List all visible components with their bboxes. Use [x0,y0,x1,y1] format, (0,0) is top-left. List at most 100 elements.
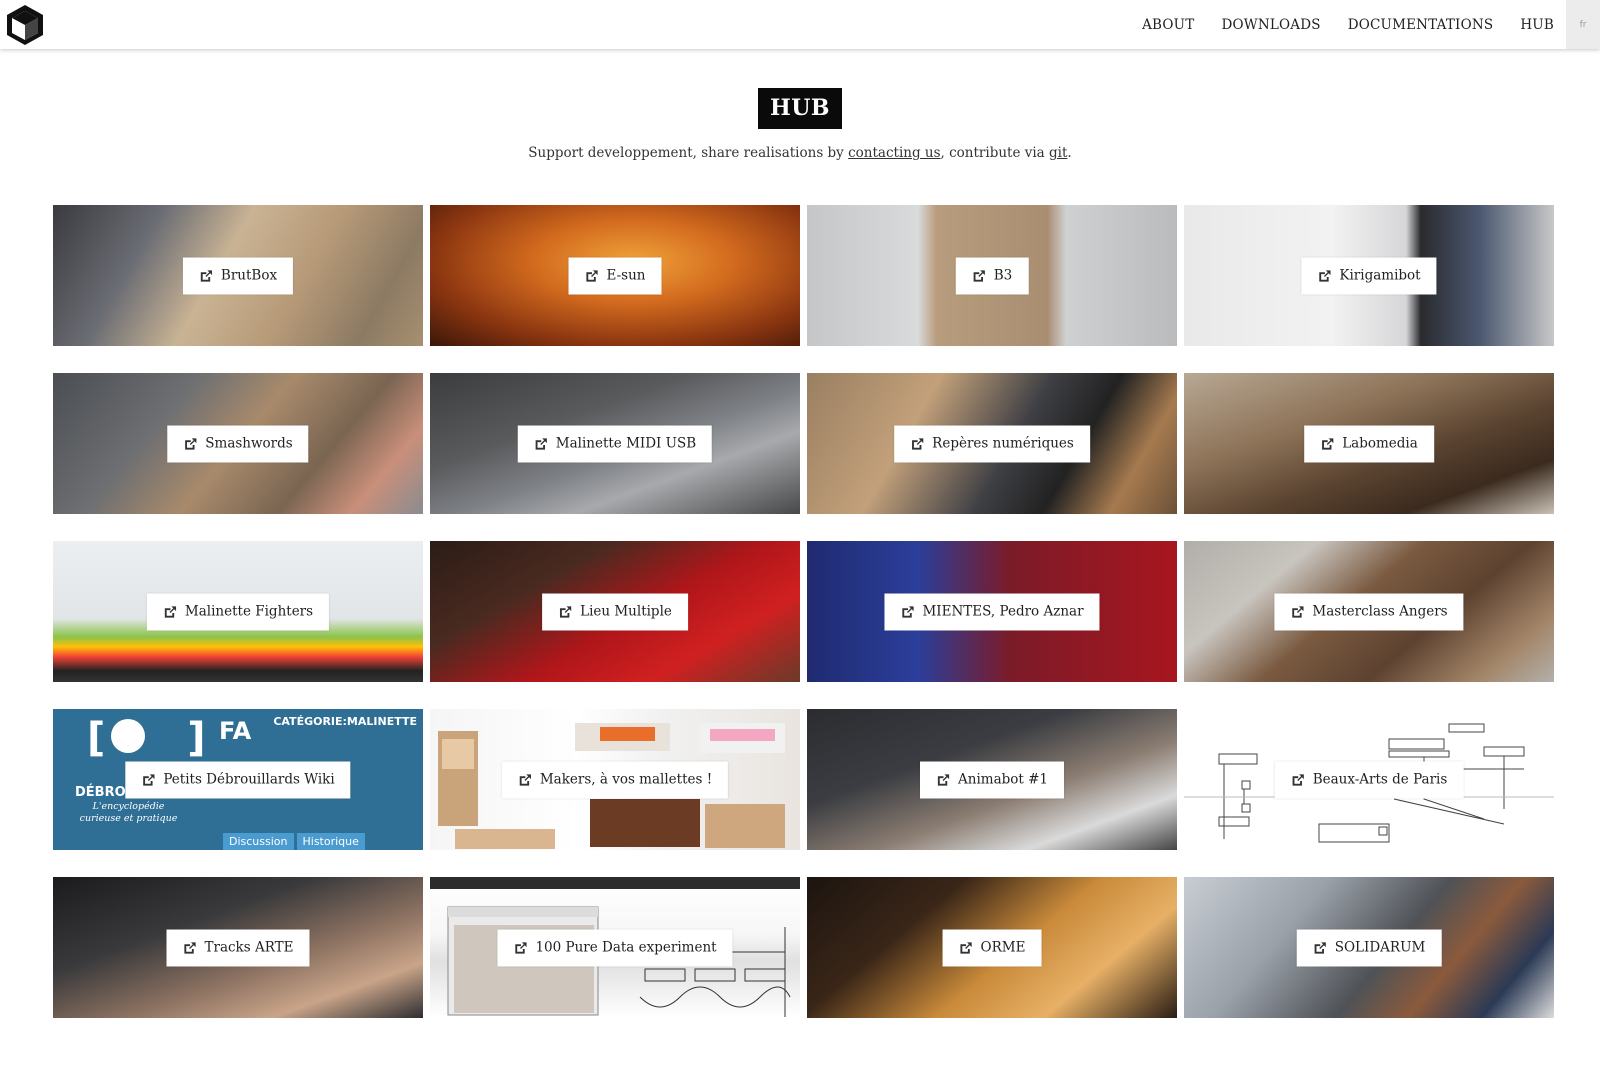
project-title: E-sun [606,267,646,283]
subtitle-text-middle: , contribute via [940,145,1050,161]
wiki-logo-brackets: [ ] [87,715,240,761]
project-label[interactable]: Kirigamibot [1301,257,1437,294]
project-label[interactable]: Tracks ARTE [166,929,310,966]
project-grid: BrutBox E-sun B3 Kirigamibot Smashwords … [53,205,1554,1018]
project-label[interactable]: Lieu Multiple [542,593,688,630]
external-link-icon [1322,437,1334,450]
project-title: MIENTES, Pedro Aznar [922,603,1084,619]
project-title: Kirigamibot [1339,267,1421,283]
external-link-icon [200,269,213,282]
external-link-icon [164,605,177,618]
project-title: ORME [980,939,1026,955]
external-link-icon [1319,269,1331,282]
project-label[interactable]: Smashwords [167,425,309,462]
project-title: Smashwords [205,435,293,451]
external-link-icon [519,773,531,786]
project-title: Labomedia [1342,435,1418,451]
project-label[interactable]: Masterclass Angers [1274,593,1464,630]
external-link-icon [185,437,197,450]
project-label[interactable]: MIENTES, Pedro Aznar [884,593,1100,630]
project-title: Animabot #1 [958,771,1048,787]
project-title: SOLIDARUM [1334,939,1426,955]
project-title: BrutBox [220,267,278,283]
external-link-icon [912,437,924,450]
project-tile-brutbox[interactable]: BrutBox [53,205,423,346]
project-label[interactable]: Malinette Fighters [146,593,330,630]
nav-downloads[interactable]: DOWNLOADS [1221,17,1320,33]
project-title: Makers, à vos mallettes ! [539,771,713,787]
project-tile-orme[interactable]: ORME [807,877,1177,1018]
project-label[interactable]: BrutBox [182,257,294,294]
project-title: 100 Pure Data experiment [535,939,717,955]
external-link-icon [535,437,547,450]
project-label[interactable]: Labomedia [1304,425,1434,462]
page-subtitle: Support developpement, share realisation… [0,145,1600,161]
project-tile-animabot[interactable]: Animabot #1 [807,709,1177,850]
external-link-icon [1314,941,1326,954]
project-label[interactable]: Malinette MIDI USB [517,425,713,462]
project-label[interactable]: Animabot #1 [920,761,1064,798]
nav-hub[interactable]: HUB [1520,17,1554,33]
external-link-icon [559,605,572,618]
external-link-icon [184,941,196,954]
project-tile-labomedia[interactable]: Labomedia [1184,373,1554,514]
external-link-icon [515,941,527,954]
project-label[interactable]: Beaux-Arts de Paris [1274,761,1464,798]
project-tile-tracks-arte[interactable]: Tracks ARTE [53,877,423,1018]
project-tile-masterclass-angers[interactable]: Masterclass Angers [1184,541,1554,682]
external-link-icon [1292,605,1304,618]
external-link-icon [1292,773,1304,786]
nav-documentations[interactable]: DOCUMENTATIONS [1348,17,1494,33]
project-tile-beaux-arts-paris[interactable]: Beaux-Arts de Paris [1184,709,1554,850]
project-label[interactable]: ORME [942,929,1042,966]
external-link-icon [586,269,598,282]
external-link-icon [143,773,155,786]
wiki-flower-icon [111,719,145,753]
project-label[interactable]: B3 [955,257,1029,294]
subtitle-text-start: Support developpement, share realisation… [528,145,849,161]
project-tile-smashwords[interactable]: Smashwords [53,373,423,514]
external-link-icon [937,773,950,786]
project-title: Masterclass Angers [1312,603,1448,619]
project-tile-malinette-fighters[interactable]: Malinette Fighters [53,541,423,682]
project-title: Petits Débrouillards Wiki [163,771,335,787]
project-tile-lieu-multiple[interactable]: Lieu Multiple [430,541,800,682]
project-label[interactable]: Petits Débrouillards Wiki [125,761,351,798]
project-tile-reperes-numeriques[interactable]: Repères numériques [807,373,1177,514]
project-label[interactable]: SOLIDARUM [1296,929,1442,966]
logo-hexagon-icon[interactable] [5,3,45,47]
top-navbar: ABOUT DOWNLOADS DOCUMENTATIONS HUB fr [0,0,1600,49]
page-title: HUB [757,88,843,129]
wiki-category: CATÉGORIE:MALINETTE [273,715,417,728]
project-tile-100-pure-data[interactable]: 100 Pure Data experiment [430,877,800,1018]
project-tile-b3[interactable]: B3 [807,205,1177,346]
project-tile-malinette-midi-usb[interactable]: Malinette MIDI USB [430,373,800,514]
git-link[interactable]: git [1049,145,1067,161]
project-label[interactable]: 100 Pure Data experiment [497,929,733,966]
wiki-tagline: L'encyclopédie curieuse et pratique [79,801,178,824]
project-tile-solidarum[interactable]: SOLIDARUM [1184,877,1554,1018]
project-tile-mientes[interactable]: MIENTES, Pedro Aznar [807,541,1177,682]
project-title: Repères numériques [932,435,1074,451]
project-tile-makers-mallettes[interactable]: Makers, à vos mallettes ! [430,709,800,850]
project-tile-petits-debrouillards-wiki[interactable]: [ ] FA CATÉGORIE:MALINETTE DÉBROUILLARDS… [53,709,423,850]
wiki-tab-historique: Historique [296,833,365,850]
project-tile-esun[interactable]: E-sun [430,205,800,346]
project-label[interactable]: Repères numériques [894,425,1090,462]
project-title: Malinette MIDI USB [555,435,697,451]
wiki-tabs: Discussion Historique [223,833,368,850]
page-title-wrapper: HUB [0,88,1600,129]
subtitle-text-end: . [1067,145,1072,161]
project-title: Beaux-Arts de Paris [1312,771,1448,787]
contact-link[interactable]: contacting us [848,145,940,161]
main-nav: ABOUT DOWNLOADS DOCUMENTATIONS HUB [1115,0,1554,49]
external-link-icon [973,269,985,282]
language-switch[interactable]: fr [1566,0,1600,49]
project-title: Malinette Fighters [184,603,314,619]
project-title: B3 [993,267,1013,283]
project-tile-kirigamibot[interactable]: Kirigamibot [1184,205,1554,346]
project-label[interactable]: Makers, à vos mallettes ! [501,761,729,798]
project-title: Lieu Multiple [580,603,672,619]
nav-about[interactable]: ABOUT [1142,17,1194,33]
project-label[interactable]: E-sun [568,257,662,294]
